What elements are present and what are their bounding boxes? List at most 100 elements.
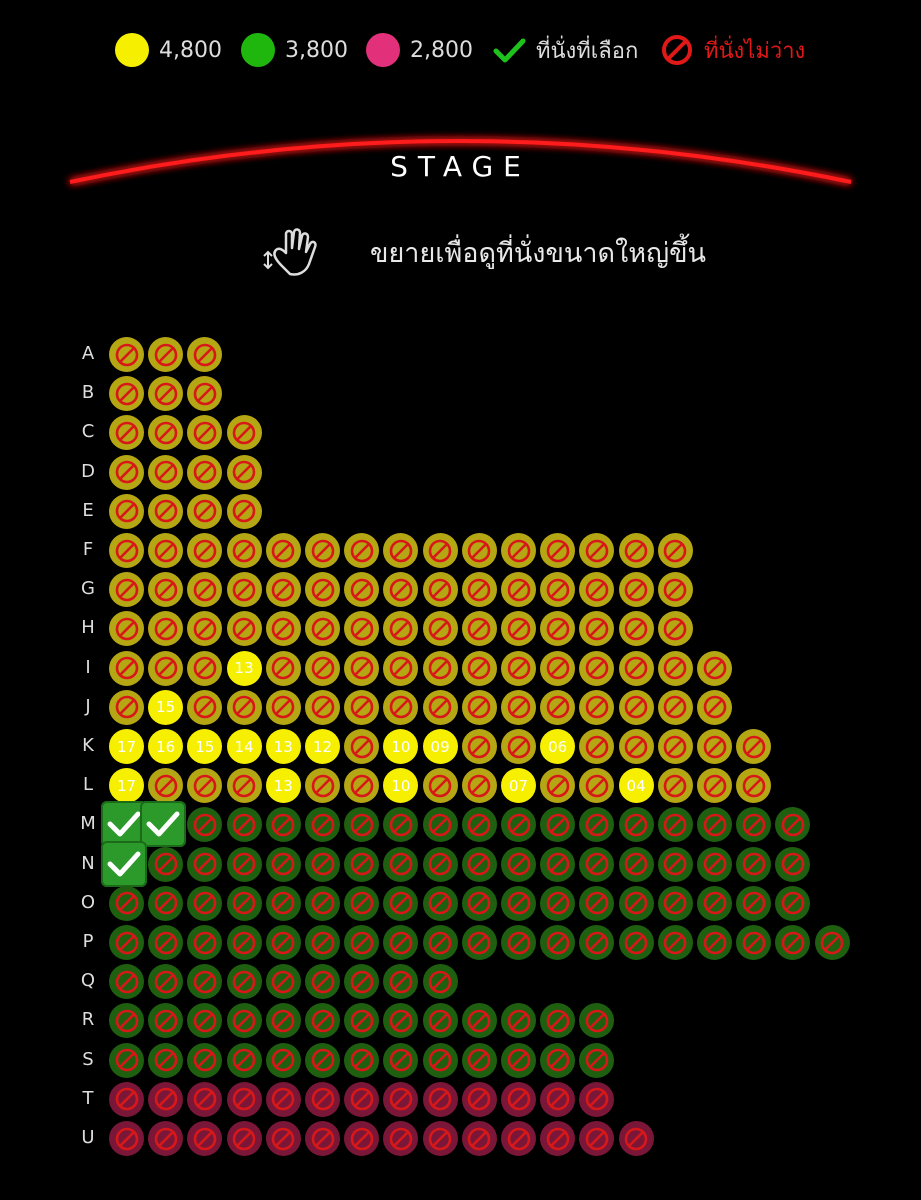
unavailable-seat	[540, 768, 576, 804]
unavailable-seat	[344, 689, 380, 725]
unavailable-seat	[226, 846, 262, 882]
available-seat-l-07[interactable]: 07	[501, 768, 536, 804]
unavailable-seat	[148, 415, 184, 451]
available-seat-k-06[interactable]: 06	[540, 729, 576, 764]
available-seat-l-13[interactable]: 13	[265, 768, 301, 804]
unavailable-seat	[265, 689, 301, 725]
unavailable-seat	[579, 846, 615, 882]
unavailable-seat	[618, 1121, 654, 1156]
unavailable-seat	[148, 337, 184, 372]
unavailable-seat	[226, 572, 262, 608]
unavailable-seat	[344, 1042, 380, 1078]
unavailable-seat	[305, 1121, 340, 1156]
unavailable-seat	[657, 572, 693, 608]
unavailable-seat	[540, 925, 576, 960]
row-label-k: K	[82, 735, 94, 756]
row-label-h: H	[81, 617, 95, 639]
unavailable-seat	[109, 454, 144, 490]
available-seat-j-15[interactable]: 15	[148, 689, 184, 725]
unavailable-seat	[775, 846, 811, 882]
row-label-b: B	[81, 382, 95, 404]
unavailable-seat	[697, 925, 732, 960]
unavailable-seat	[187, 650, 223, 686]
unavailable-seat	[501, 846, 536, 882]
unavailable-seat	[461, 807, 497, 843]
unavailable-seat	[383, 846, 419, 882]
unavailable-seat	[501, 1042, 536, 1078]
unavailable-seat	[383, 885, 419, 921]
unavailable-seat	[187, 925, 223, 960]
available-seat-k-15[interactable]: 15	[187, 729, 223, 764]
unavailable-seat	[305, 925, 340, 960]
available-seat-i-13[interactable]: 13	[226, 650, 262, 686]
unavailable-seat	[461, 572, 497, 608]
unavailable-seat	[344, 1081, 380, 1117]
available-seat-k-12[interactable]: 12	[305, 729, 340, 764]
row-label-e: E	[82, 499, 94, 521]
unavailable-seat	[501, 1003, 536, 1039]
unavailable-seat	[187, 964, 223, 1000]
available-seat-l-10[interactable]: 10	[383, 768, 419, 804]
row-label-s: S	[82, 1048, 94, 1070]
unavailable-seat	[265, 611, 301, 647]
unavailable-seat	[736, 729, 772, 764]
unavailable-seat	[226, 807, 262, 843]
selected-seat-m-2[interactable]	[140, 801, 187, 848]
unavailable-seat	[383, 925, 419, 960]
unavailable-seat	[344, 611, 380, 647]
unavailable-seat	[540, 650, 576, 686]
row-label-t: T	[82, 1087, 94, 1109]
unavailable-seat	[226, 885, 262, 921]
unavailable-seat	[422, 885, 458, 921]
unavailable-seat	[148, 572, 184, 608]
unavailable-seat	[736, 885, 772, 921]
unavailable-seat	[344, 925, 380, 960]
unavailable-seat	[226, 415, 262, 451]
unavailable-seat	[540, 1081, 576, 1117]
unavailable-seat	[383, 650, 419, 686]
selected-seat-n-1[interactable]	[101, 840, 147, 887]
unavailable-seat	[344, 807, 380, 843]
unavailable-seat	[187, 611, 223, 647]
available-seat-k-14[interactable]: 14	[226, 729, 262, 764]
unavailable-seat	[187, 337, 223, 372]
unavailable-seat	[187, 846, 223, 882]
unavailable-seat	[226, 689, 262, 725]
unavailable-seat	[109, 1081, 144, 1117]
unavailable-seat	[305, 807, 340, 843]
unavailable-seat	[383, 1081, 419, 1117]
unavailable-seat	[657, 650, 693, 686]
available-seat-l-04[interactable]: 04	[618, 768, 654, 804]
row-label-u: U	[81, 1127, 95, 1148]
row-label-l: L	[82, 774, 94, 796]
unavailable-seat	[305, 964, 340, 1000]
unavailable-seat	[618, 650, 654, 686]
unavailable-seat	[109, 1003, 144, 1039]
unavailable-seat	[305, 1081, 340, 1117]
unavailable-seat	[265, 650, 301, 686]
unavailable-seat	[187, 572, 223, 608]
available-seat-k-10[interactable]: 10	[383, 729, 419, 764]
unavailable-seat	[501, 572, 536, 608]
unavailable-seat	[618, 925, 654, 960]
unavailable-seat	[109, 650, 144, 686]
available-seat-k-17[interactable]: 17	[109, 729, 144, 764]
unavailable-seat	[579, 768, 615, 804]
available-seat-k-16[interactable]: 16	[148, 729, 184, 764]
unavailable-seat	[579, 925, 615, 960]
unavailable-seat	[187, 1081, 223, 1117]
unavailable-seat	[383, 689, 419, 725]
available-seat-k-13[interactable]: 13	[265, 729, 301, 764]
unavailable-seat	[501, 885, 536, 921]
unavailable-seat	[148, 925, 184, 960]
unavailable-seat	[579, 1121, 615, 1156]
unavailable-seat	[540, 533, 576, 568]
unavailable-seat	[501, 1121, 536, 1156]
unavailable-seat	[657, 768, 693, 804]
unavailable-seat	[579, 1042, 615, 1078]
unavailable-seat	[579, 650, 615, 686]
unavailable-seat	[657, 885, 693, 921]
available-seat-k-09[interactable]: 09	[422, 729, 458, 764]
available-seat-l-17[interactable]: 17	[109, 768, 144, 804]
unavailable-seat	[461, 1121, 497, 1156]
